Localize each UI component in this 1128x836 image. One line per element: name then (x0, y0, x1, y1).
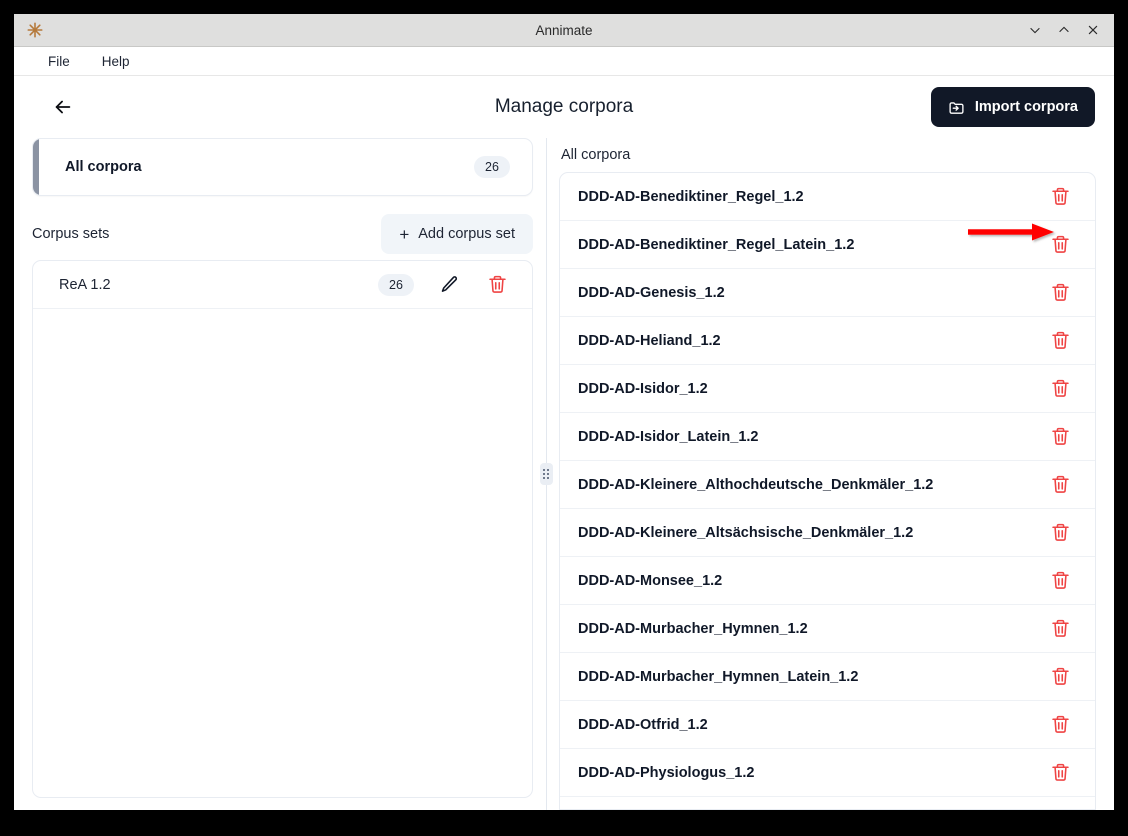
trash-icon (1051, 427, 1069, 445)
corpus-name: DDD-AD-Kleinere_Althochdeutsche_Denkmäle… (578, 476, 934, 493)
corpus-name: DDD-AD-Murbacher_Hymnen_1.2 (578, 620, 808, 637)
trash-icon (1051, 235, 1069, 253)
corpus-row: DDD-AD-Physiologus_1.2 (560, 749, 1095, 797)
trash-icon (1051, 523, 1069, 541)
left-pane: All corpora 26 Corpus sets + Add corpus … (14, 138, 533, 810)
all-corpora-label: All corpora (65, 159, 142, 175)
application-window: Annimate File Help Manage corpora Import… (14, 14, 1114, 810)
corpora-list: DDD-AD-Benediktiner_Regel_1.2 DDD-AD-Bene… (559, 172, 1096, 810)
plus-icon: + (399, 224, 410, 244)
corpus-row: DDD-AD-Benediktiner_Regel_Latein_1.2 (560, 221, 1095, 269)
content-area: All corpora 26 Corpus sets + Add corpus … (14, 138, 1114, 810)
corpus-set-count-badge: 26 (378, 273, 414, 296)
menu-item-help[interactable]: Help (100, 52, 132, 71)
add-corpus-set-button[interactable]: + Add corpus set (381, 214, 533, 254)
menu-bar: File Help (14, 47, 1114, 76)
corpus-row: DDD-AD-Benediktiner_Regel_1.2 (560, 173, 1095, 221)
corpus-name: DDD-AD-Monsee_1.2 (578, 572, 723, 589)
delete-corpus-button[interactable] (1047, 424, 1073, 450)
sidebar-item-all-corpora[interactable]: All corpora 26 (32, 138, 533, 196)
window-controls (1022, 18, 1106, 42)
delete-corpus-button[interactable] (1047, 568, 1073, 594)
corpus-row: DDD-AD-Kleinere_Altsächsische_Denkmäler_… (560, 509, 1095, 557)
delete-corpus-button[interactable] (1047, 280, 1073, 306)
trash-icon (1051, 571, 1069, 589)
corpus-sets-title: Corpus sets (32, 226, 110, 242)
folder-import-icon (949, 101, 964, 114)
pane-splitter[interactable] (533, 138, 559, 810)
corpus-row: DDD-AD-Monsee_1.2 (560, 557, 1095, 605)
delete-corpus-button[interactable] (1047, 184, 1073, 210)
minimize-icon[interactable] (1022, 18, 1048, 42)
corpus-row: DDD-AD-Kleinere_Althochdeutsche_Denkmäle… (560, 461, 1095, 509)
delete-corpus-button[interactable] (1047, 760, 1073, 786)
delete-corpus-set-button[interactable] (484, 272, 510, 298)
trash-icon (1051, 763, 1069, 781)
corpus-row: DDD-AD-Otfrid_1.2 (560, 701, 1095, 749)
trash-icon (1051, 715, 1069, 733)
delete-corpus-button[interactable] (1047, 232, 1073, 258)
asterisk-star-icon (24, 19, 46, 41)
corpus-sets-header: Corpus sets + Add corpus set (32, 208, 533, 260)
corpus-row: DDD-AD-Isidor_1.2 (560, 365, 1095, 413)
window-title: Annimate (535, 22, 593, 38)
delete-corpus-button[interactable] (1047, 664, 1073, 690)
corpus-name: DDD-AD-Otfrid_1.2 (578, 716, 708, 733)
corpus-name: DDD-AD-Isidor_Latein_1.2 (578, 428, 759, 445)
all-corpora-count-badge: 26 (474, 156, 510, 178)
trash-icon (1051, 187, 1069, 205)
trash-icon (1051, 331, 1069, 349)
trash-icon (488, 275, 506, 293)
right-pane-title: All corpora (561, 147, 631, 163)
corpus-name: DDD-AD-Isidor_1.2 (578, 380, 708, 397)
delete-corpus-button[interactable] (1047, 376, 1073, 402)
delete-corpus-button[interactable] (1047, 472, 1073, 498)
import-corpora-button[interactable]: Import corpora (930, 87, 1095, 127)
delete-corpus-button[interactable] (1047, 712, 1073, 738)
arrow-left-icon (55, 100, 71, 114)
delete-corpus-button[interactable] (1047, 520, 1073, 546)
corpus-sets-panel: ReA 1.2 26 (32, 260, 533, 798)
corpus-name: DDD-AD-Heliand_1.2 (578, 332, 721, 349)
page-header: Manage corpora Import corpora (14, 76, 1114, 138)
right-pane: All corpora DDD-AD-Benediktiner_Regel_1.… (559, 138, 1114, 810)
delete-corpus-button[interactable] (1047, 328, 1073, 354)
delete-corpus-button[interactable] (1047, 616, 1073, 642)
corpus-row: DDD-AD-Isidor_Latein_1.2 (560, 413, 1095, 461)
corpus-name: DDD-AD-Benediktiner_Regel_1.2 (578, 188, 804, 205)
corpus-name: DDD-AD-Genesis_1.2 (578, 284, 725, 301)
trash-icon (1051, 619, 1069, 637)
back-button[interactable] (46, 90, 80, 124)
trash-icon (1051, 475, 1069, 493)
pencil-icon (441, 276, 457, 292)
grip-vertical-icon[interactable] (539, 463, 553, 485)
title-bar: Annimate (14, 14, 1114, 47)
corpus-row: DDD-AD-Genesis_1.2 (560, 269, 1095, 317)
maximize-icon[interactable] (1051, 18, 1077, 42)
corpus-name: DDD-AD-Benediktiner_Regel_Latein_1.2 (578, 236, 855, 253)
corpus-set-actions: 26 (378, 272, 510, 298)
menu-item-file[interactable]: File (46, 52, 72, 71)
import-corpora-label: Import corpora (974, 99, 1078, 115)
edit-corpus-set-button[interactable] (436, 272, 462, 298)
trash-icon (1051, 283, 1069, 301)
corpus-row: DDD-AD-Heliand_1.2 (560, 317, 1095, 365)
corpus-name: DDD-AD-Kleinere_Altsächsische_Denkmäler_… (578, 524, 914, 541)
corpus-row: DDD-AD-Murbacher_Hymnen_Latein_1.2 (560, 653, 1095, 701)
corpus-set-name: ReA 1.2 (59, 276, 111, 293)
close-icon[interactable] (1080, 18, 1106, 42)
corpus-name: DDD-AD-Physiologus_1.2 (578, 764, 755, 781)
trash-icon (1051, 667, 1069, 685)
corpus-set-row[interactable]: ReA 1.2 26 (33, 261, 532, 309)
corpus-name: DDD-AD-Murbacher_Hymnen_Latein_1.2 (578, 668, 859, 685)
add-corpus-set-label: Add corpus set (418, 226, 515, 242)
trash-icon (1051, 379, 1069, 397)
corpus-row: DDD-AD-Murbacher_Hymnen_1.2 (560, 605, 1095, 653)
